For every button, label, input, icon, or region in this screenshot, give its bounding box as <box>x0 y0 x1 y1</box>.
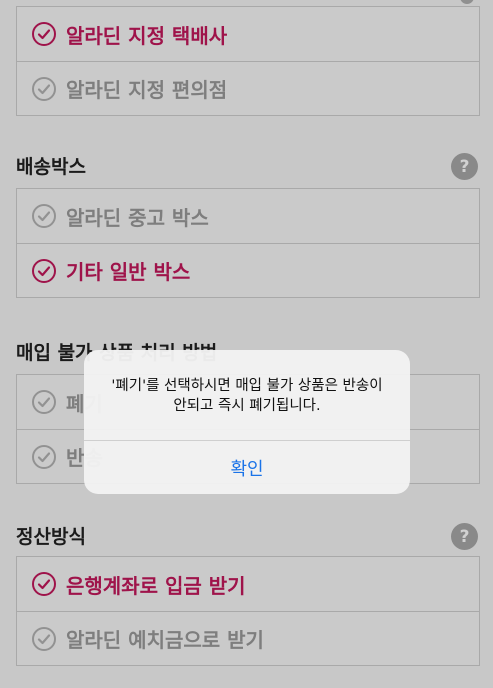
alert-message-line1: '폐기'를 선택하시면 매입 불가 상품은 반송이 <box>111 378 383 394</box>
modal-backdrop[interactable] <box>0 0 493 688</box>
alert-dialog: '폐기'를 선택하시면 매입 불가 상품은 반송이 안되고 즉시 폐기됩니다. … <box>84 350 410 494</box>
confirm-button[interactable]: 확인 <box>84 440 410 494</box>
alert-message: '폐기'를 선택하시면 매입 불가 상품은 반송이 안되고 즉시 폐기됩니다. <box>84 350 410 440</box>
alert-message-line2: 안되고 즉시 폐기됩니다. <box>173 398 321 414</box>
